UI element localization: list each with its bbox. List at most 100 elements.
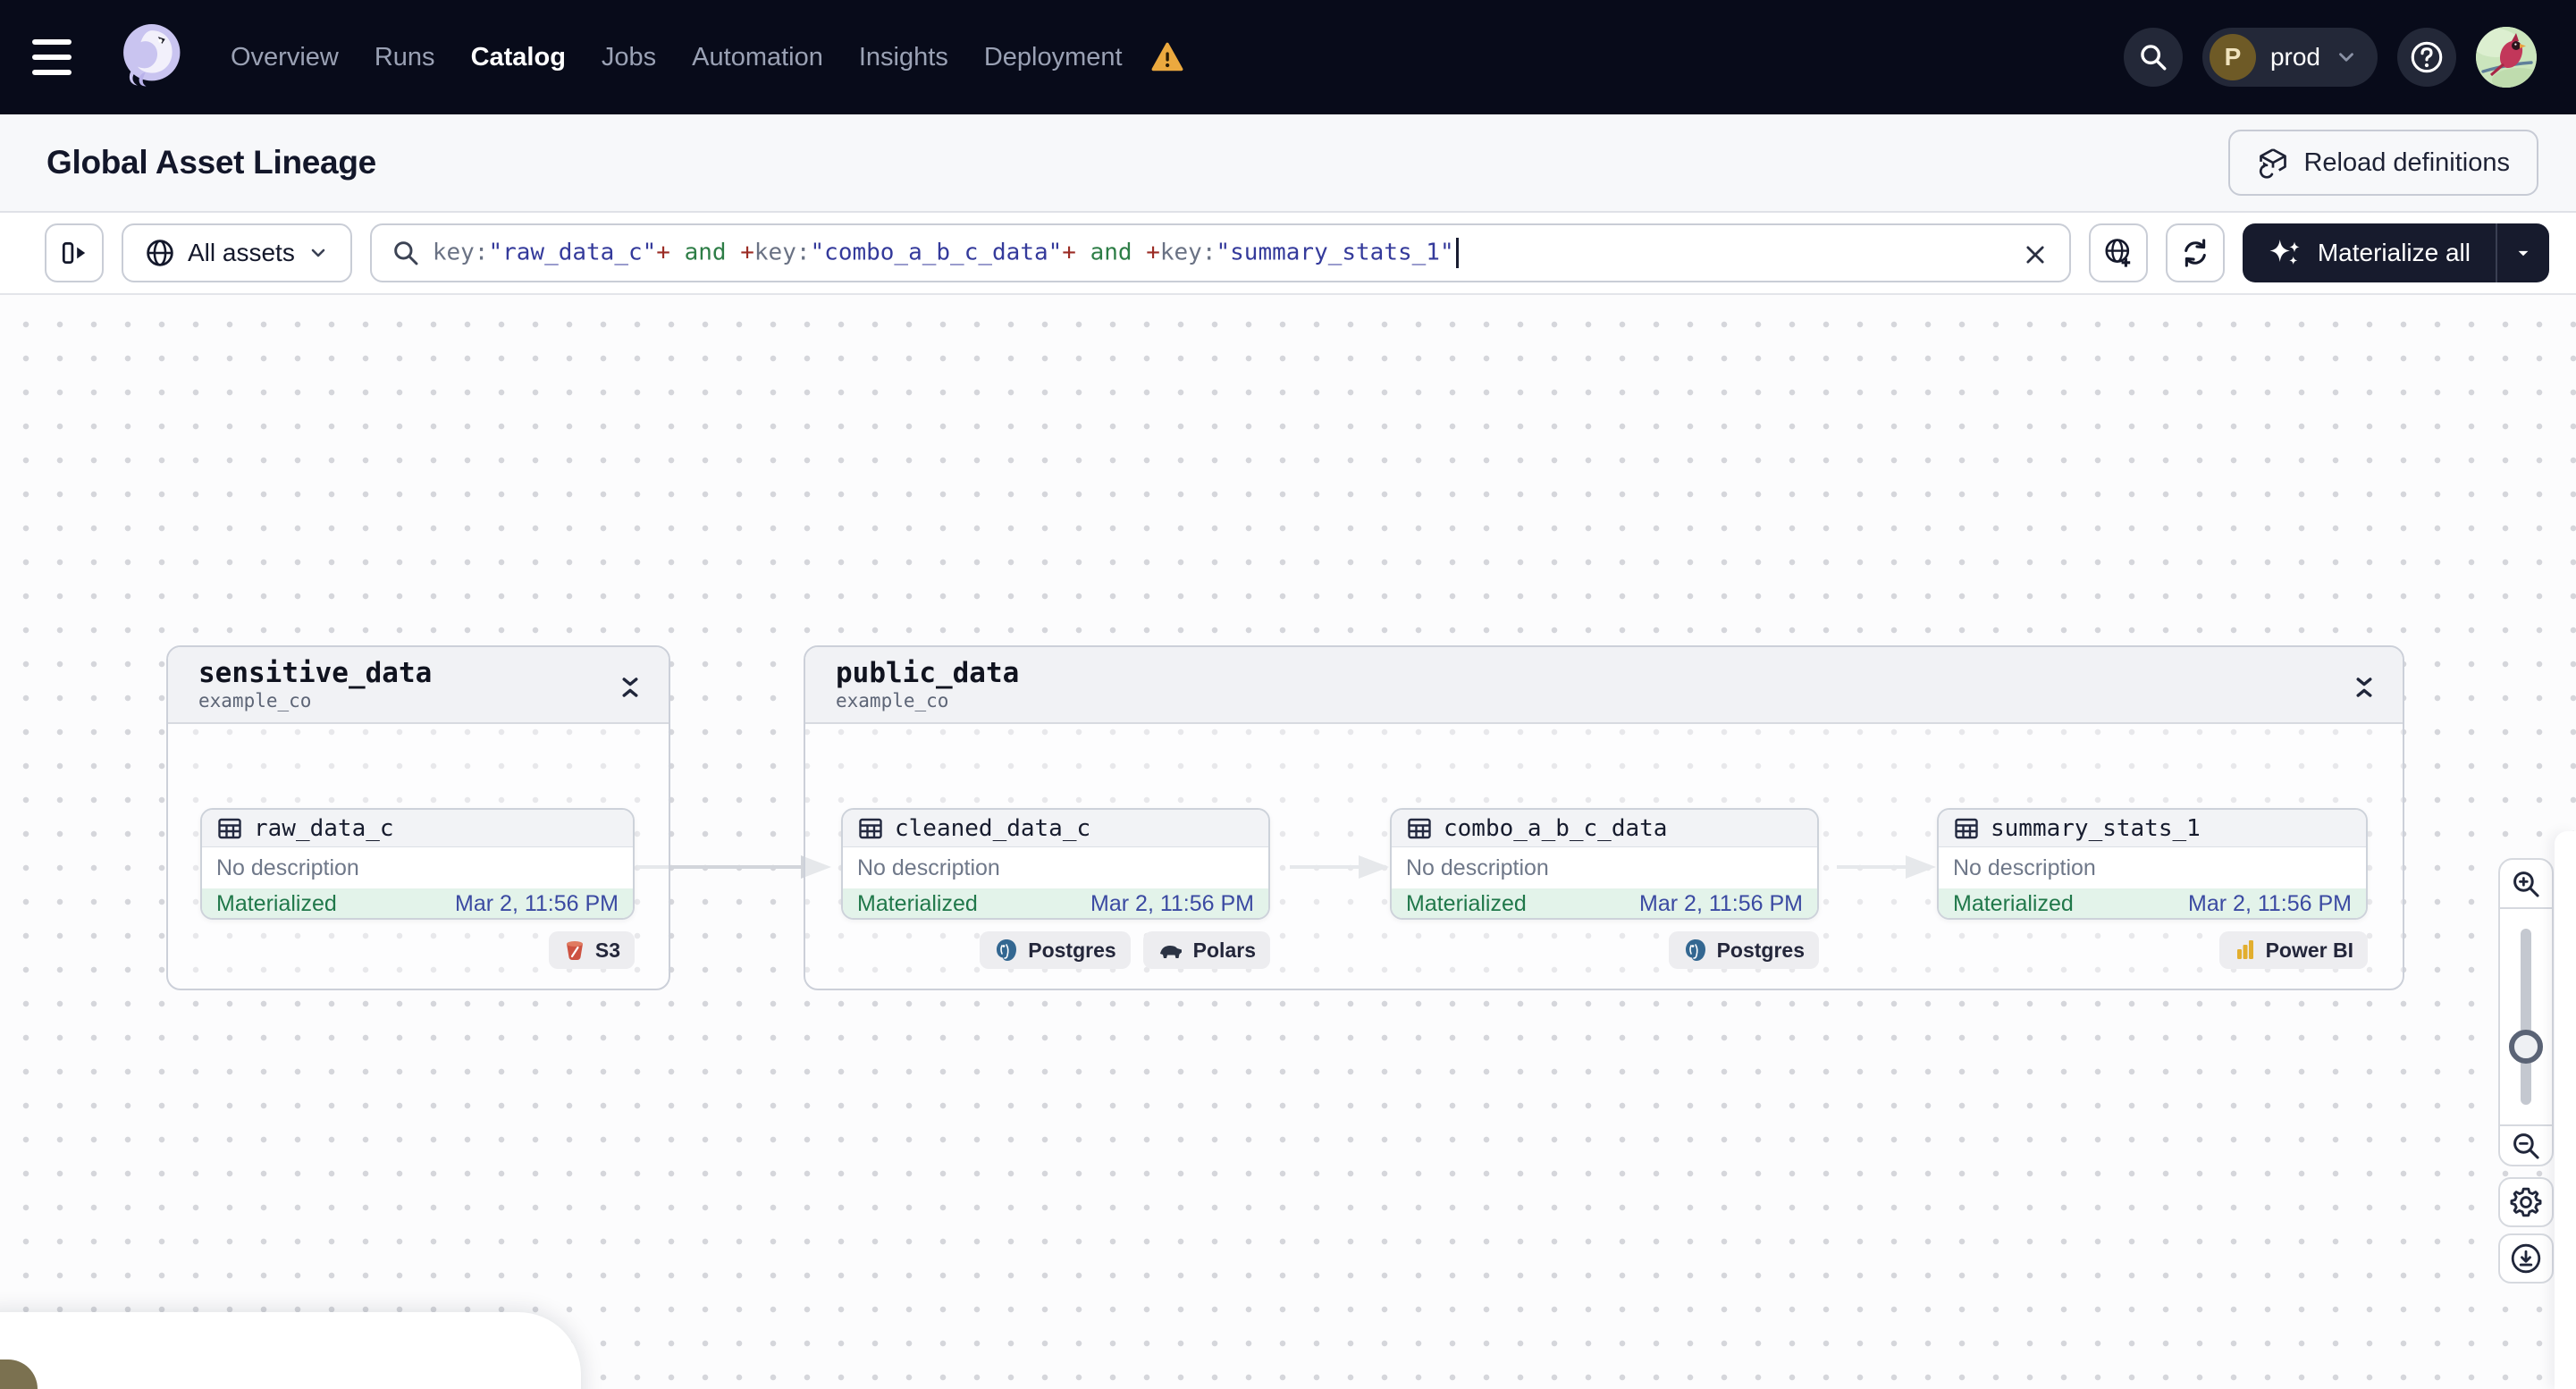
s3-bucket-icon [566,941,583,961]
zoom-in-icon [2513,871,2539,897]
dagster-logo[interactable] [111,18,189,97]
clear-query-button[interactable] [2016,235,2055,274]
deployment-warning-icon[interactable] [1151,42,1183,72]
table-icon [1408,818,1431,838]
kind-badge-s3[interactable]: S3 [548,931,635,969]
nav-deployment[interactable]: Deployment [984,43,1123,72]
table-icon [218,818,241,838]
asset-node-combo-a-b-c-data[interactable]: combo_a_b_c_data No description Material… [1390,808,1819,920]
materialization-timestamp: Mar 2, 11:56 PM [2188,891,2352,916]
zoom-slider[interactable] [2500,909,2552,1124]
page-title: Global Asset Lineage [46,144,376,181]
asset-scope-label: All assets [188,239,295,266]
asset-name: cleaned_data_c [895,814,1091,842]
status-badge: Materialized [1406,891,1527,916]
asset-selection-input[interactable]: key:"raw_data_c"+ and +key:"combo_a_b_c_… [369,223,2071,282]
group-subtitle: example_co [198,689,312,711]
nav-automation[interactable]: Automation [692,43,823,72]
asset-status-row: Materialized Mar 2, 11:56 PM [1939,888,2366,918]
zoom-slider-thumb[interactable] [2509,1030,2543,1064]
kind-badge-powerbi[interactable]: Power BI [2218,931,2368,969]
asset-name: summary_stats_1 [1991,814,2201,842]
table-icon [859,818,882,838]
help-icon [2411,41,2443,73]
status-badge: Materialized [857,891,978,916]
reload-definitions-button[interactable]: Reload definitions [2228,130,2538,196]
environment-switcher[interactable]: P prod [2201,28,2378,87]
cardinal-avatar-icon [2476,27,2537,88]
menu-button[interactable] [32,29,89,86]
search-icon [2141,45,2167,71]
zoom-slider-track[interactable] [2521,929,2531,1105]
badge-label: Postgres [1028,938,1116,962]
asset-name: combo_a_b_c_data [1444,814,1668,842]
status-badge: Materialized [1953,891,2074,916]
asset-node-cleaned-data-c[interactable]: cleaned_data_c No description Materializ… [841,808,1270,920]
asset-status-row: Materialized Mar 2, 11:56 PM [1392,888,1817,918]
minimap-panel[interactable] [0,1312,581,1389]
zoom-in-button[interactable] [2500,860,2552,909]
open-left-panel-button[interactable] [45,223,104,282]
asset-node-header: summary_stats_1 [1939,810,2366,847]
text-cursor [1455,238,1459,268]
table-icon [1955,818,1978,838]
environment-avatar: P [2209,34,2256,80]
powerbi-icon [2236,940,2253,959]
reload-definitions-label: Reload definitions [2303,147,2510,177]
asset-description: No description [1953,854,2096,880]
status-badge: Materialized [216,891,337,916]
zoom-out-button[interactable] [2500,1124,2552,1165]
globe-add-icon [2105,239,2131,267]
asset-node-header: cleaned_data_c [843,810,1268,847]
environment-label: prod [2269,43,2320,71]
lineage-canvas[interactable]: sensitive_data example_co public_data ex… [0,295,2576,1389]
materialization-timestamp: Mar 2, 11:56 PM [1639,891,1803,916]
user-avatar[interactable] [2476,27,2537,88]
group-name: public_data [836,657,1020,689]
sparkles-icon [2269,240,2300,265]
asset-status-row: Materialized Mar 2, 11:56 PM [202,888,633,918]
page-header: Global Asset Lineage Reload definitions [0,114,2576,213]
materialize-options-button[interactable] [2496,223,2549,282]
asset-status-row: Materialized Mar 2, 11:56 PM [843,888,1268,918]
nav-catalog[interactable]: Catalog [471,43,566,72]
kind-badge-polars[interactable]: Polars [1142,931,1270,969]
asset-node-header: raw_data_c [202,810,633,847]
collapse-group-icon[interactable] [613,667,647,711]
postgres-icon [997,939,1017,961]
download-graph-button[interactable] [2498,1233,2554,1284]
badge-row-raw-data-c: S3 [200,931,635,969]
nav-insights[interactable]: Insights [859,43,948,72]
zoom-out-icon [2513,1132,2539,1159]
materialization-timestamp: Mar 2, 11:56 PM [455,891,619,916]
panel-toggle-icon [62,241,86,265]
group-header[interactable]: public_data example_co [805,647,2403,724]
help-button[interactable] [2397,28,2456,87]
refresh-graph-button[interactable] [2165,223,2225,282]
asset-node-raw-data-c[interactable]: raw_data_c No description Materialized M… [200,808,635,920]
reload-code-location-icon [2260,148,2287,179]
graph-settings-button[interactable] [2498,1177,2554,1227]
asset-scope-selector[interactable]: All assets [122,223,352,282]
global-search-button[interactable] [2123,28,2183,87]
nav-jobs[interactable]: Jobs [602,43,656,72]
materialize-split-button: Materialize all [2242,223,2549,282]
kind-badge-postgres[interactable]: Postgres [980,931,1131,969]
materialize-all-label: Materialize all [2317,239,2471,266]
badge-label: Power BI [2265,938,2353,962]
collapse-group-icon[interactable] [2347,667,2381,711]
group-header[interactable]: sensitive_data example_co [168,647,669,724]
asset-description: No description [857,854,1000,880]
nav-overview[interactable]: Overview [231,43,339,72]
search-icon [394,241,418,265]
asset-node-summary-stats-1[interactable]: summary_stats_1 No description Materiali… [1937,808,2368,920]
materialize-all-button[interactable]: Materialize all [2242,223,2496,282]
chevron-down-icon [2339,53,2353,62]
view-full-graph-button[interactable] [2088,223,2148,282]
badge-row-cleaned-data-c: Postgres Polars [841,931,1270,969]
nav-runs[interactable]: Runs [375,43,435,72]
refresh-icon [2184,239,2206,267]
polars-bear-icon [1159,946,1182,958]
badge-row-combo-a-b-c-data: Postgres [1390,931,1819,969]
kind-badge-postgres[interactable]: Postgres [1668,931,1819,969]
